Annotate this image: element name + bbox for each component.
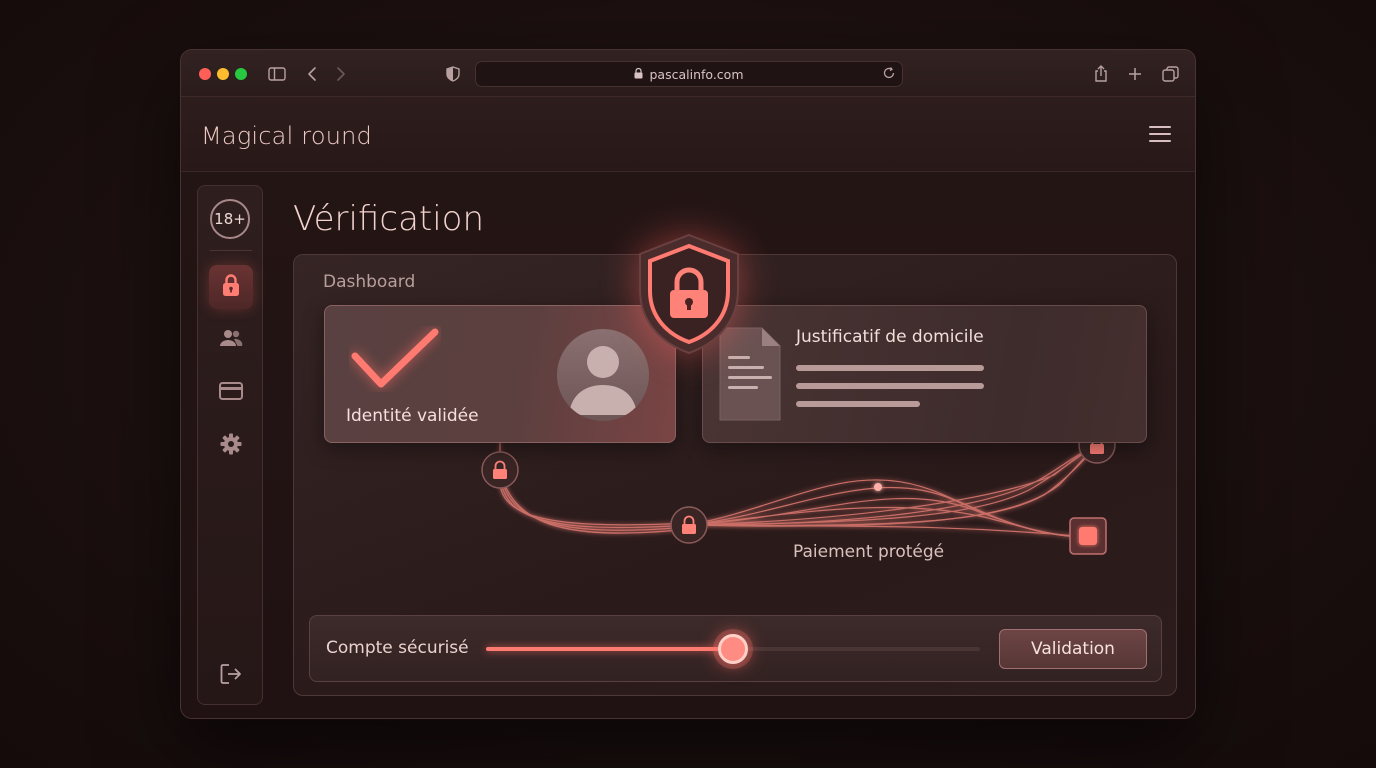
app-title: Magical round bbox=[201, 122, 372, 150]
minimize-window-button[interactable] bbox=[217, 68, 229, 80]
sidebar-item-payment[interactable] bbox=[209, 371, 253, 415]
users-icon bbox=[219, 328, 243, 352]
account-security-bar: Compte sécurisé Validation bbox=[309, 615, 1162, 682]
forward-icon[interactable] bbox=[329, 62, 353, 86]
age-badge: 18+ bbox=[210, 199, 250, 239]
sidebar-item-security[interactable] bbox=[209, 265, 253, 309]
logout-button[interactable] bbox=[209, 654, 253, 698]
sidebar: 18+ bbox=[197, 185, 263, 705]
document-text-line bbox=[796, 365, 984, 371]
sidebar-divider bbox=[210, 250, 252, 251]
page-title: Vérification bbox=[293, 199, 485, 239]
hamburger-icon[interactable] bbox=[1149, 126, 1171, 144]
account-label: Compte sécurisé bbox=[326, 638, 469, 658]
app-header: Magical round bbox=[181, 97, 1195, 172]
flow-end-node bbox=[1069, 517, 1107, 555]
flow-lock-node-center bbox=[670, 506, 708, 544]
main-content: 18+ Vérification Dashboard Identité vali… bbox=[181, 172, 1195, 718]
slider-thumb[interactable] bbox=[718, 634, 748, 664]
sidebar-toggle-icon[interactable] bbox=[265, 62, 289, 86]
identity-label: Identité validée bbox=[346, 406, 479, 426]
document-title: Justificatif de domicile bbox=[796, 327, 984, 347]
new-tab-icon[interactable] bbox=[1123, 62, 1147, 86]
security-slider[interactable] bbox=[486, 634, 980, 664]
share-icon[interactable] bbox=[1089, 62, 1113, 86]
checkmark-icon bbox=[349, 326, 441, 396]
card-icon bbox=[219, 382, 243, 404]
gear-icon bbox=[220, 433, 242, 459]
zoom-window-button[interactable] bbox=[235, 68, 247, 80]
validation-button[interactable]: Validation bbox=[999, 629, 1147, 669]
flow-lock-node-identity bbox=[481, 451, 519, 489]
identity-card[interactable]: Identité validée bbox=[324, 305, 676, 443]
slider-fill bbox=[486, 647, 733, 651]
document-text-line bbox=[796, 383, 984, 389]
address-proof-card[interactable]: Justificatif de domicile bbox=[702, 305, 1147, 443]
payment-label: Paiement protégé bbox=[793, 542, 945, 562]
sidebar-item-settings[interactable] bbox=[209, 424, 253, 468]
lock-icon bbox=[221, 273, 241, 301]
tabs-overview-icon[interactable] bbox=[1158, 62, 1182, 86]
security-shield-icon bbox=[639, 233, 739, 355]
privacy-shield-icon[interactable] bbox=[441, 62, 465, 86]
logout-icon bbox=[220, 663, 242, 689]
close-window-button[interactable] bbox=[199, 68, 211, 80]
browser-window: pascalinfo.com Magical round 18+ Vérific… bbox=[180, 49, 1196, 719]
back-icon[interactable] bbox=[300, 62, 324, 86]
browser-toolbar: pascalinfo.com bbox=[181, 50, 1195, 97]
flow-node-dot bbox=[874, 483, 882, 491]
address-bar[interactable]: pascalinfo.com bbox=[475, 61, 903, 87]
lock-icon bbox=[634, 67, 643, 82]
document-text-line bbox=[796, 401, 920, 407]
url-text: pascalinfo.com bbox=[649, 66, 744, 82]
sidebar-item-users[interactable] bbox=[209, 318, 253, 362]
reload-icon[interactable] bbox=[882, 66, 896, 83]
